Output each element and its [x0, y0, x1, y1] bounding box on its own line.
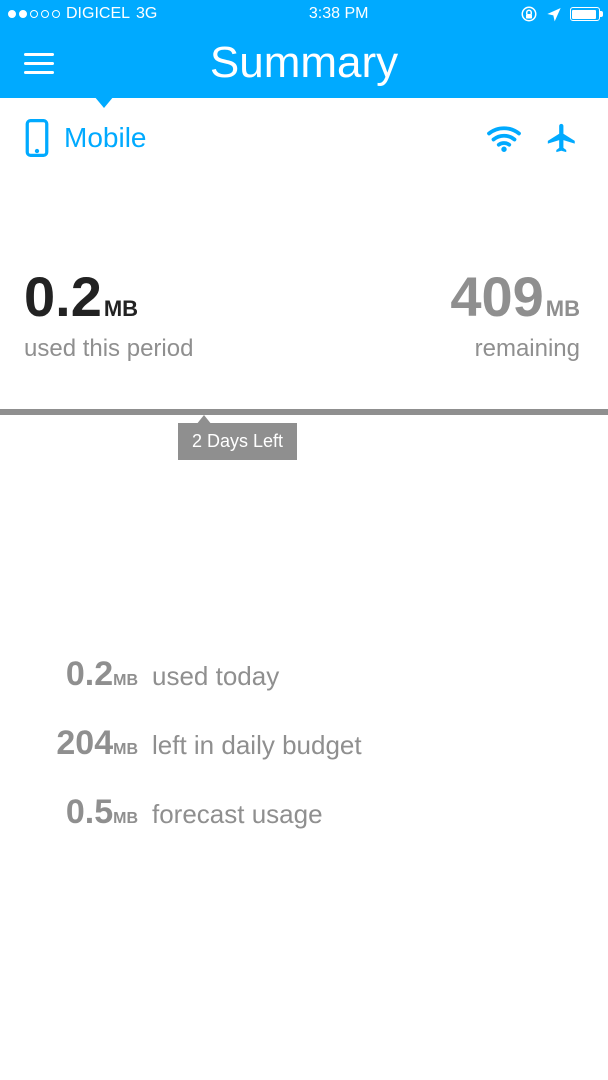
clock-label: 3:38 PM	[309, 5, 369, 23]
stat-forecast: 0.5MB forecast usage	[28, 793, 580, 832]
period-bar: 2 Days Left	[0, 409, 608, 415]
stat-daily-budget: 204MB left in daily budget	[28, 724, 580, 763]
used-unit: MB	[104, 296, 138, 321]
stat-forecast-value: 0.5	[66, 793, 113, 831]
stat-budget-value: 204	[56, 724, 113, 762]
airplane-icon[interactable]	[544, 121, 580, 155]
stat-used-today: 0.2MB used today	[28, 655, 580, 694]
battery-icon	[570, 7, 600, 21]
status-right	[520, 5, 600, 23]
page-title: Summary	[0, 38, 608, 88]
remaining-label: remaining	[450, 335, 580, 363]
progress-track	[0, 409, 608, 415]
used-block: 0.2MB used this period	[24, 264, 193, 363]
remaining-value: 409	[450, 265, 543, 328]
days-left-badge: 2 Days Left	[178, 423, 297, 460]
tab-bar: Mobile	[0, 98, 608, 174]
used-value: 0.2	[24, 265, 102, 328]
stat-forecast-unit: MB	[113, 810, 138, 827]
status-left: DIGICEL 3G	[8, 5, 157, 23]
carrier-label: DIGICEL	[66, 5, 130, 23]
tab-mobile-label: Mobile	[64, 122, 146, 154]
app-header: Summary	[0, 28, 608, 98]
phone-icon	[24, 118, 50, 158]
stat-today-value: 0.2	[66, 655, 113, 693]
menu-button[interactable]	[24, 53, 54, 74]
tab-pointer-icon	[94, 96, 114, 108]
tab-mobile[interactable]: Mobile	[24, 118, 146, 158]
network-label: 3G	[136, 5, 157, 23]
used-label: used this period	[24, 335, 193, 363]
status-bar: DIGICEL 3G 3:38 PM	[0, 0, 608, 28]
daily-stats: 0.2MB used today 204MB left in daily bud…	[0, 415, 608, 832]
signal-dots-icon	[8, 10, 60, 18]
orientation-lock-icon	[520, 5, 538, 23]
stat-budget-label: left in daily budget	[152, 730, 362, 761]
usage-summary: 0.2MB used this period 409MB remaining	[0, 174, 608, 381]
stat-today-unit: MB	[113, 672, 138, 689]
stat-today-label: used today	[152, 661, 279, 692]
stat-forecast-label: forecast usage	[152, 799, 323, 830]
remaining-unit: MB	[546, 296, 580, 321]
wifi-icon[interactable]	[486, 124, 522, 152]
stat-budget-unit: MB	[113, 741, 138, 758]
remaining-block: 409MB remaining	[450, 264, 580, 363]
location-icon	[546, 6, 562, 22]
